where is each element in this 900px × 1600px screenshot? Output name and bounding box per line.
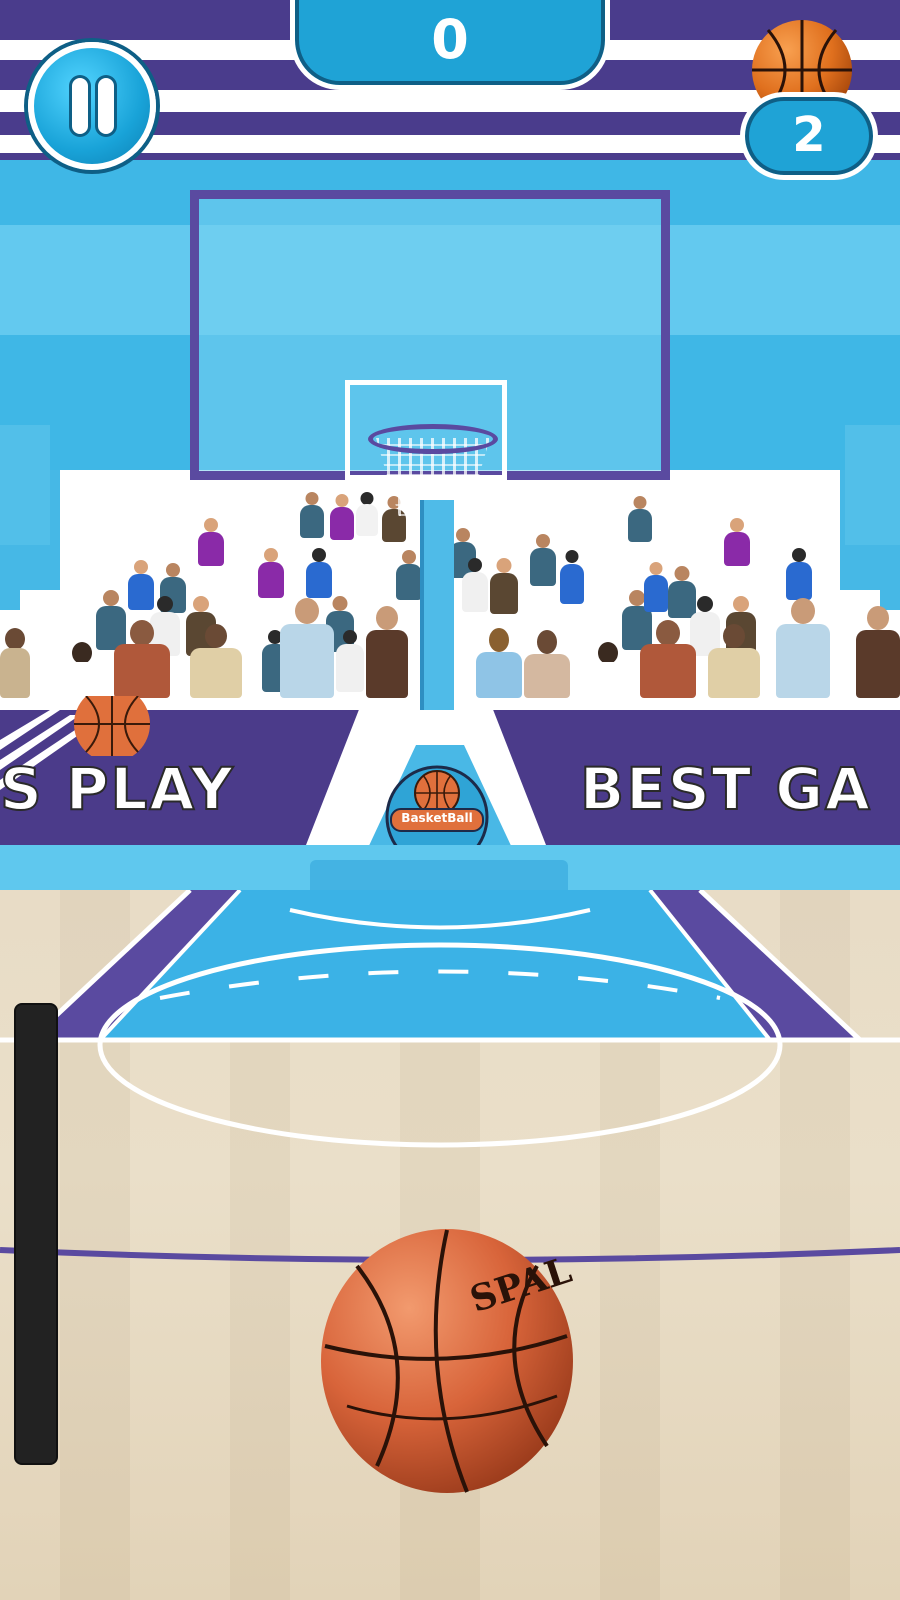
pause-button[interactable] — [28, 42, 156, 170]
balls-remaining-value: 2 — [792, 107, 826, 163]
balls-remaining-display: 2 — [740, 92, 878, 180]
spectator — [0, 628, 30, 698]
spectator — [198, 518, 224, 566]
spectator — [490, 558, 518, 614]
banner-left-text: S PLAY — [0, 755, 235, 823]
stand-step — [0, 590, 20, 610]
banner-basketball-icon — [74, 696, 150, 756]
spectator — [786, 548, 812, 600]
spectator — [336, 630, 364, 692]
spectator — [462, 558, 488, 612]
spectator — [724, 518, 750, 566]
spectator — [330, 494, 354, 540]
spectator — [306, 548, 332, 598]
spectator — [776, 598, 830, 698]
spectator — [644, 562, 668, 612]
spectator — [396, 550, 422, 600]
shot-power-meter — [14, 1003, 58, 1465]
spectator — [628, 496, 652, 542]
spectator — [280, 598, 334, 698]
spectator — [586, 642, 630, 698]
spectator — [476, 628, 522, 698]
basketball[interactable]: SPAL — [317, 1226, 577, 1496]
spectator — [640, 620, 696, 698]
spectator — [530, 534, 556, 586]
spectator — [560, 550, 584, 604]
pause-icon — [34, 48, 150, 164]
spectator — [258, 548, 284, 598]
spectator — [524, 630, 570, 698]
score-display: 0 — [290, 0, 610, 90]
left-stair-wall — [0, 425, 50, 545]
spectator — [300, 492, 324, 538]
spectator — [366, 606, 408, 698]
right-stair-wall — [845, 425, 900, 545]
hoop-rim — [368, 424, 498, 454]
spectator — [856, 606, 900, 698]
banner-right-text: BEST GA — [579, 755, 872, 823]
spectator — [356, 492, 378, 536]
score-value: 0 — [431, 8, 469, 71]
spectator — [190, 624, 242, 698]
basketball-logo-text: BasketBall — [401, 811, 473, 825]
spectator — [60, 642, 104, 698]
spectator — [114, 620, 170, 698]
spectator — [708, 624, 760, 698]
